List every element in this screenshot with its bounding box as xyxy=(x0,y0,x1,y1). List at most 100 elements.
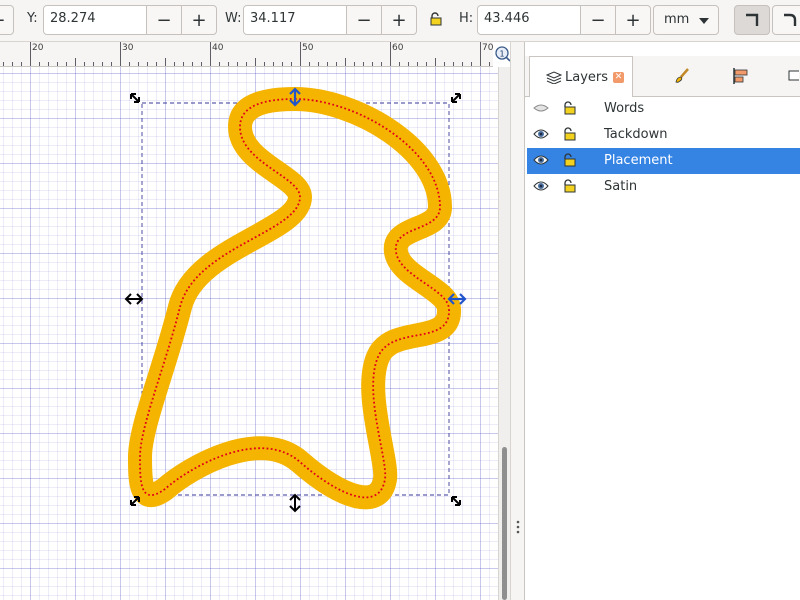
ruler-tick xyxy=(480,42,481,66)
h-label: H: xyxy=(459,11,474,26)
unit-dropdown[interactable]: mm xyxy=(653,5,719,35)
dock-divider[interactable] xyxy=(510,42,525,600)
scale-handle-bottom-right[interactable] xyxy=(451,496,461,506)
tab-messages[interactable] xyxy=(785,56,800,96)
eye-open-icon[interactable] xyxy=(533,154,549,170)
scrollbar-thumb[interactable] xyxy=(502,447,507,600)
paint-brush-icon xyxy=(675,68,689,83)
y-increment-button[interactable]: + xyxy=(181,5,217,35)
horizontal-ruler[interactable]: 20 30 40 50 60 70 xyxy=(0,42,493,67)
w-label: W: xyxy=(225,11,242,26)
ruler-tick xyxy=(444,62,445,66)
layer-row-placement[interactable]: Placement xyxy=(527,148,800,174)
w-increment-button[interactable]: + xyxy=(381,5,417,35)
ruler-tick xyxy=(138,62,139,66)
layer-name: Tackdown xyxy=(604,127,668,142)
ruler-tick xyxy=(201,62,202,66)
ruler-tick xyxy=(327,62,328,66)
ruler-tick xyxy=(21,62,22,66)
ruler-tick xyxy=(93,62,94,66)
ruler-tick xyxy=(12,62,13,66)
ruler-tick xyxy=(381,62,382,66)
ruler-tick xyxy=(300,42,301,66)
eye-open-icon[interactable] xyxy=(533,180,549,196)
minus-icon: − xyxy=(356,9,372,31)
ruler-tick xyxy=(219,62,220,66)
tab-fill-stroke[interactable] xyxy=(665,56,699,96)
ruler-tick xyxy=(192,62,193,66)
ruler-tick xyxy=(111,62,112,66)
ruler-tick xyxy=(354,62,355,66)
ruler-tick xyxy=(237,62,238,66)
tab-layers-label: Layers xyxy=(565,69,609,85)
h-increment-button[interactable]: + xyxy=(615,5,651,35)
unlocked-icon[interactable] xyxy=(562,179,576,197)
ruler-tick xyxy=(435,58,436,66)
scale-handle-left[interactable] xyxy=(124,293,144,305)
scale-handle-bottom[interactable] xyxy=(289,493,301,513)
ruler-tick xyxy=(489,62,490,66)
h-input[interactable]: 43.446 xyxy=(477,5,584,35)
y-decrement-button[interactable]: − xyxy=(146,5,182,35)
chevron-down-icon xyxy=(699,18,709,24)
ruler-tick xyxy=(372,62,373,66)
x-increment-button[interactable]: + xyxy=(0,5,14,35)
ruler-tick xyxy=(336,62,337,66)
ruler-tick xyxy=(102,62,103,66)
ruler-tick xyxy=(309,62,310,66)
satin-stroke-path[interactable] xyxy=(128,87,461,510)
plus-icon: + xyxy=(0,10,6,31)
ruler-tick xyxy=(282,62,283,66)
layer-name: Satin xyxy=(604,179,638,194)
ruler-tick xyxy=(471,62,472,66)
minus-icon: − xyxy=(156,9,172,31)
unlocked-icon[interactable] xyxy=(562,153,576,171)
unit-value: mm xyxy=(664,12,690,27)
layer-row-words[interactable]: Words xyxy=(527,96,800,122)
ruler-label: 50 xyxy=(302,43,314,53)
artwork[interactable] xyxy=(0,67,498,600)
ruler-tick xyxy=(273,62,274,66)
scale-stroke-toggle[interactable] xyxy=(734,5,770,35)
scale-handle-top-left[interactable] xyxy=(130,93,140,103)
ruler-tick xyxy=(390,42,391,66)
rounded-corner-icon xyxy=(784,13,797,26)
scale-corners-toggle[interactable] xyxy=(772,5,800,35)
scale-handle-top-right[interactable] xyxy=(451,93,461,103)
w-decrement-button[interactable]: − xyxy=(346,5,382,35)
ruler-label: 60 xyxy=(392,43,404,53)
plus-icon: + xyxy=(191,9,207,31)
tab-layers[interactable]: Layers ✕ xyxy=(529,56,633,97)
layer-row-tackdown[interactable]: Tackdown xyxy=(527,122,800,148)
ruler-tick xyxy=(255,58,256,66)
grip-dots-icon xyxy=(516,520,520,534)
tool-controls-bar: + Y: 28.274 − + W: 34.117 − + H: 43.446 … xyxy=(0,0,800,42)
tab-align[interactable] xyxy=(723,56,757,96)
y-input[interactable]: 28.274 xyxy=(43,5,150,35)
ruler-tick xyxy=(363,62,364,66)
ruler-tick xyxy=(147,62,148,66)
ruler-label: 70 xyxy=(482,43,493,53)
message-icon xyxy=(788,70,799,81)
ruler-tick xyxy=(318,62,319,66)
ruler-tick xyxy=(156,62,157,66)
ruler-tick xyxy=(174,62,175,66)
eye-open-icon[interactable] xyxy=(533,128,549,144)
ruler-tick xyxy=(408,62,409,66)
ruler-tick xyxy=(75,58,76,66)
ruler-tick xyxy=(426,62,427,66)
ruler-tick xyxy=(66,62,67,66)
layer-row-satin[interactable]: Satin xyxy=(527,174,800,200)
w-input[interactable]: 34.117 xyxy=(243,5,350,35)
layer-name: Words xyxy=(604,101,645,116)
unlocked-icon[interactable] xyxy=(562,127,576,145)
align-icon xyxy=(733,68,748,84)
h-decrement-button[interactable]: − xyxy=(580,5,616,35)
lock-ratio-icon[interactable] xyxy=(429,12,443,30)
drawing-canvas[interactable] xyxy=(0,67,498,600)
ruler-tick xyxy=(399,62,400,66)
ruler-tick xyxy=(57,62,58,66)
eye-closed-icon[interactable] xyxy=(533,102,549,118)
close-icon[interactable]: ✕ xyxy=(613,71,625,83)
unlocked-icon[interactable] xyxy=(562,101,576,119)
